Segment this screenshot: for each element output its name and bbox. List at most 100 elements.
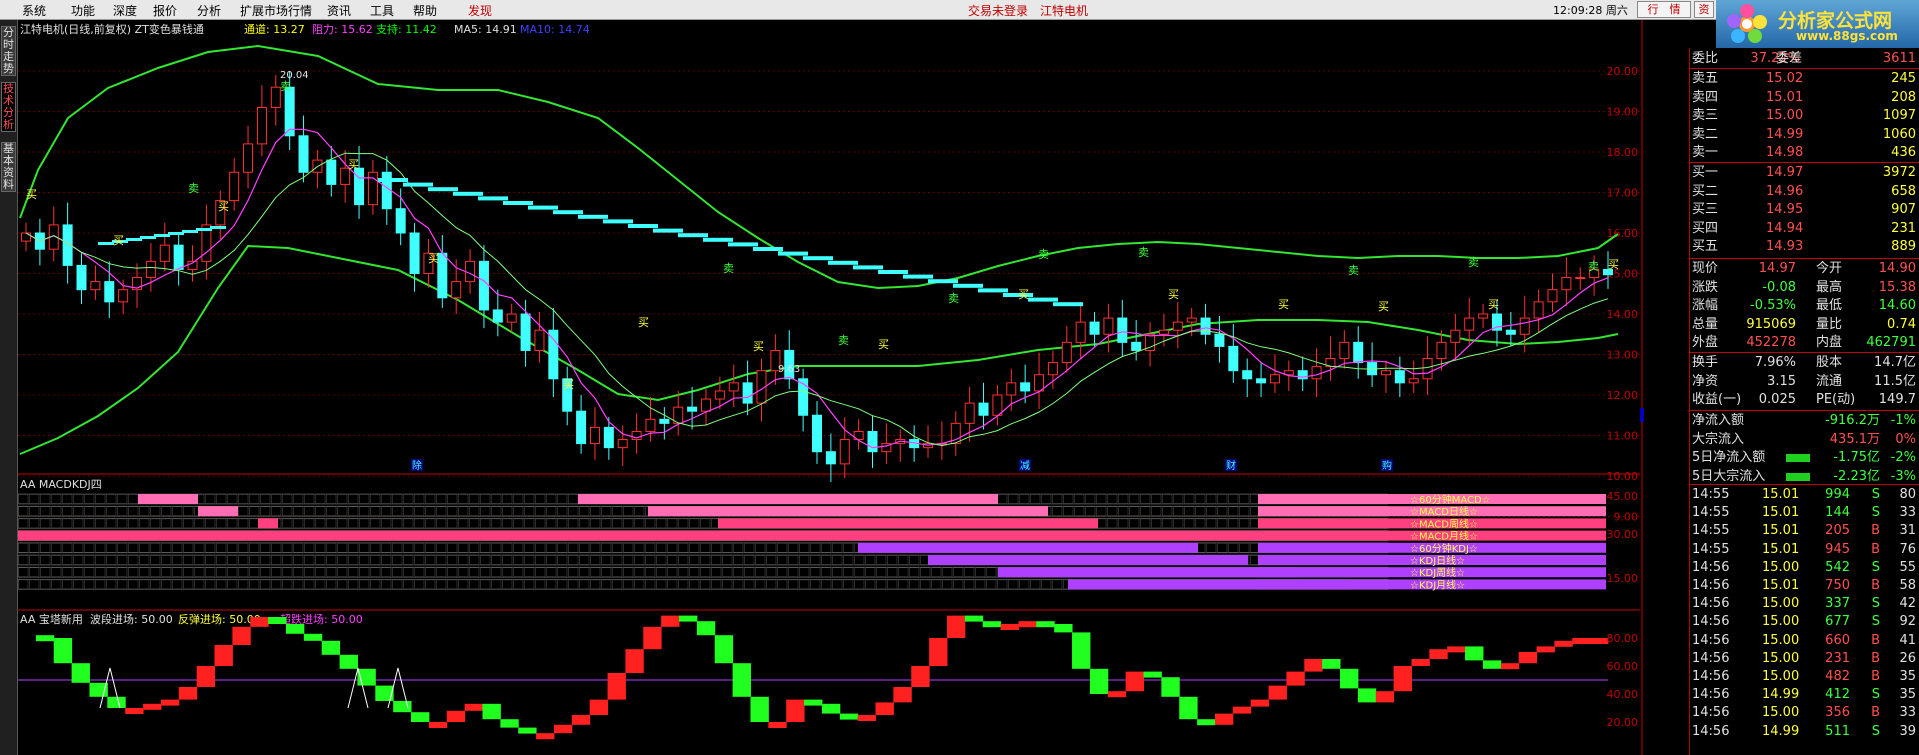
candle	[1408, 360, 1419, 393]
tick-time: 14:56	[1692, 705, 1730, 721]
tick-vol: 945	[1825, 541, 1850, 557]
side-tab-1[interactable]: 技术分析	[1, 82, 16, 132]
tick-vol: 231	[1825, 650, 1850, 666]
sell-marker: 卖	[838, 334, 849, 347]
ask-row: 卖五 15.02 245	[1690, 70, 1919, 88]
tick-num: 55	[1899, 559, 1916, 575]
tick-vol: 542	[1825, 559, 1850, 575]
tick-row: 14:56 15.01 750 B 58	[1690, 577, 1919, 595]
tick-time: 14:56	[1692, 650, 1730, 666]
menu-item-4[interactable]: 分析	[197, 2, 221, 19]
candle	[770, 334, 781, 385]
menu-discover[interactable]: 发现	[468, 2, 492, 19]
fund-row: 净资 3.15 流通 11.5亿	[1690, 373, 1919, 391]
tick-vol: 144	[1825, 505, 1850, 521]
ask-price: 15.01	[1766, 89, 1804, 105]
ask-price: 14.98	[1766, 145, 1804, 160]
tick-time: 14:56	[1692, 632, 1730, 648]
bid-vol: 889	[1891, 239, 1916, 254]
tick-row: 14:56 14.99 412 S 35	[1690, 686, 1919, 704]
bid-label: 买二	[1692, 183, 1719, 199]
flow-pct: -2%	[1890, 450, 1916, 465]
candle	[159, 222, 170, 272]
tick-num: 35	[1899, 687, 1916, 703]
macdkdj-row-frame	[18, 518, 1389, 529]
menu-item-0[interactable]: 系统	[22, 2, 46, 19]
panel-separator	[1690, 410, 1919, 411]
tick-time: 14:56	[1692, 578, 1730, 593]
tick-side: S	[1871, 723, 1880, 739]
menu-item-2[interactable]: 深度	[113, 2, 137, 19]
tick-price: 15.01	[1762, 505, 1800, 521]
price-tick: 18.00	[1607, 146, 1639, 159]
price-tick: 9.00	[1614, 511, 1639, 524]
oversold-label: 超跌进场: 50.00	[280, 612, 363, 626]
price-tick: 17.00	[1607, 187, 1639, 200]
menu-item-5[interactable]: 扩展市场行情	[240, 2, 312, 19]
stat-value: 915069	[1746, 316, 1796, 332]
candle	[562, 366, 573, 426]
side-tab-0[interactable]: 分时走势	[1, 26, 16, 76]
bid-price: 14.96	[1766, 183, 1804, 199]
tick-row: 14:56 15.00 482 B 35	[1690, 668, 1919, 686]
tick-num: 39	[1899, 723, 1916, 739]
tab-quote[interactable]: 行 情	[1637, 1, 1691, 18]
stat-row: 现价 14.97 今开 14.90	[1690, 260, 1919, 278]
macdkdj-row-label: ☆MACD月线☆	[1410, 530, 1478, 543]
panel-separator	[1690, 162, 1919, 163]
ask-price: 15.02	[1766, 71, 1804, 86]
candle	[1200, 303, 1211, 345]
ask-vol: 245	[1891, 71, 1916, 86]
candle	[270, 75, 281, 126]
menu-item-7[interactable]: 工具	[370, 2, 394, 19]
flow-row: 5日大宗流入 -2.23亿 -3%	[1690, 468, 1919, 486]
tick-num: 41	[1899, 632, 1916, 648]
price-tick: 19.00	[1607, 106, 1639, 119]
candle	[1311, 348, 1322, 398]
macdkdj-row-label: ☆KDJ周线☆	[1410, 566, 1465, 579]
stat-value: -0.53%	[1750, 298, 1796, 313]
buy-marker: 买	[428, 252, 439, 265]
tick-vol: 511	[1825, 723, 1850, 739]
candle	[478, 245, 489, 329]
menu-item-6[interactable]: 资讯	[327, 2, 351, 19]
sell-marker: 卖	[1348, 264, 1359, 277]
flow-value: -1.75亿	[1833, 450, 1880, 465]
bid-vol: 658	[1891, 183, 1916, 199]
sell-marker: 卖	[1138, 246, 1149, 259]
low-annotation: 9.63	[778, 364, 800, 375]
stat-value-2: 0.74	[1887, 316, 1916, 332]
tab-trade[interactable]: 资	[1694, 1, 1714, 18]
candle	[978, 382, 989, 430]
tick-vol: 205	[1825, 523, 1850, 539]
logo: 分析家公式网 www.88gs.com	[1716, 0, 1919, 48]
flow-pct: -3%	[1890, 468, 1916, 484]
side-tab-2[interactable]: 基本资料	[1, 142, 16, 192]
macdkdj-title: AA MACDKDJ四	[20, 478, 102, 491]
flow-value: 435.1万	[1829, 431, 1880, 447]
tick-vol: 337	[1825, 596, 1850, 612]
bollinger-upper	[19, 44, 1619, 290]
tick-num: 35	[1899, 669, 1916, 684]
tick-row: 14:56 14.99 511 S 39	[1690, 723, 1919, 741]
bid-label: 买三	[1692, 202, 1719, 217]
flow-row: 5日净流入额 -1.75亿 -2%	[1690, 449, 1919, 467]
menu-item-1[interactable]: 功能	[71, 2, 95, 19]
tick-vol: 356	[1825, 705, 1850, 721]
tick-time: 14:55	[1692, 487, 1730, 502]
tick-vol: 750	[1825, 578, 1850, 593]
macdkdj-row-label: ☆60分钟KDJ☆	[1410, 542, 1478, 555]
flow-row: 净流入额 -916.2万 -1%	[1690, 412, 1919, 430]
menu-item-3[interactable]: 报价	[153, 2, 177, 19]
candle	[867, 415, 878, 468]
fund-value: 3.15	[1767, 373, 1796, 389]
candle	[645, 397, 656, 442]
candle	[1561, 257, 1572, 306]
menu-item-8[interactable]: 帮助	[413, 2, 437, 19]
tick-side: S	[1871, 614, 1880, 630]
channel-label: 通道: 13.27	[244, 22, 305, 36]
kline-chart[interactable]: 20.0019.0018.0017.0016.0015.0014.0013.00…	[18, 20, 1644, 755]
bid-row: 买二 14.96 658	[1690, 183, 1919, 201]
resistance-label: 阻力: 15.62	[312, 23, 373, 36]
candle	[21, 222, 31, 252]
